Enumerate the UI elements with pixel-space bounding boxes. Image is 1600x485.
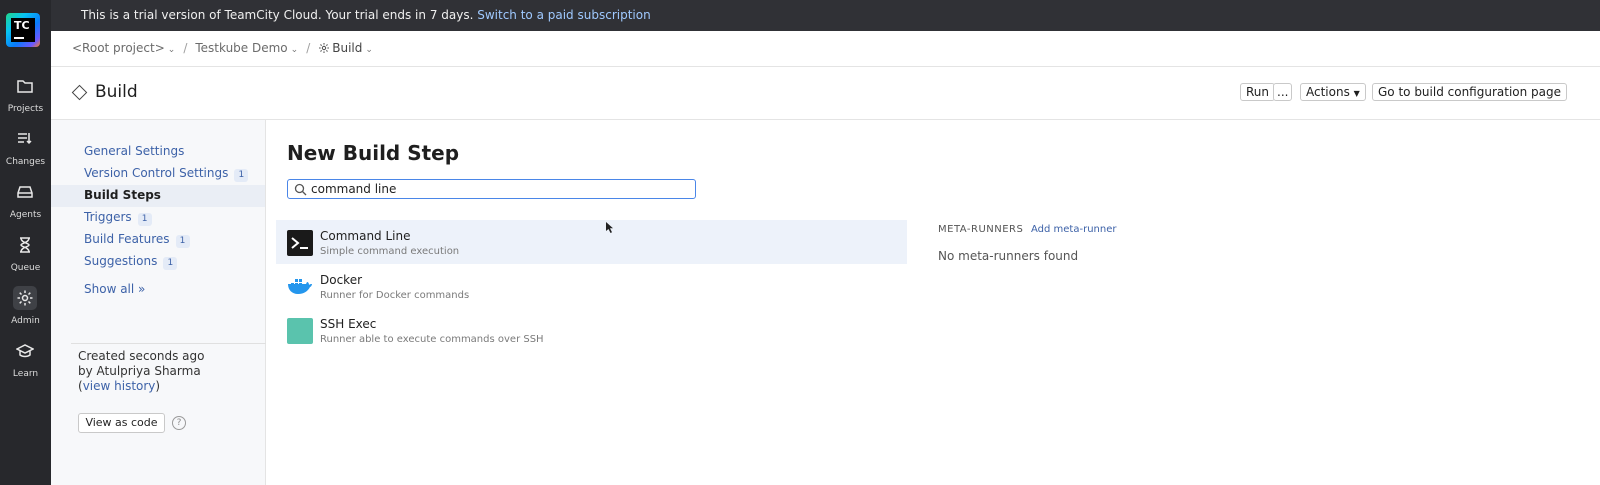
add-meta-runner-link[interactable]: Add meta-runner — [1031, 224, 1116, 235]
search-input[interactable] — [311, 181, 691, 197]
gear-icon — [318, 42, 330, 57]
sidebar-divider — [71, 343, 266, 344]
created-info: Created seconds ago by Atulpriya Sharma … — [78, 349, 204, 394]
runner-name: Command Line — [320, 229, 411, 243]
rail-label: Learn — [12, 369, 39, 379]
gear-icon — [13, 286, 37, 310]
sidebar-item-label: Build Steps — [84, 188, 161, 202]
graduation-cap-icon — [13, 339, 37, 363]
breadcrumb-root-project[interactable]: <Root project> ⌄ — [72, 41, 175, 55]
breadcrumb-build[interactable]: Build ⌄ — [318, 41, 373, 57]
switch-subscription-link[interactable]: Switch to a paid subscription — [477, 8, 650, 22]
runner-search[interactable] — [287, 179, 696, 199]
rail-item-changes[interactable]: Changes — [0, 123, 51, 173]
runner-docker[interactable]: Docker Runner for Docker commands — [276, 264, 907, 308]
meta-runners-title: META-RUNNERS — [938, 224, 1024, 235]
breadcrumb-testkube-demo[interactable]: Testkube Demo ⌄ — [195, 41, 298, 55]
count-badge: 1 — [175, 235, 190, 248]
sidebar-item-triggers[interactable]: Triggers 1 — [84, 210, 152, 226]
count-badge: 1 — [163, 257, 178, 270]
created-time: Created seconds ago — [78, 349, 205, 363]
view-history-link[interactable]: view history — [83, 379, 156, 393]
rail-item-admin[interactable]: Admin — [0, 282, 51, 332]
logo-mark: TC — [11, 18, 35, 42]
count-badge: 1 — [234, 169, 249, 182]
show-all-link[interactable]: Show all » — [84, 282, 145, 296]
sidebar-item-label: General Settings — [84, 144, 185, 158]
sidebar-item-build-features[interactable]: Build Features 1 — [84, 232, 190, 248]
count-badge: 1 — [137, 213, 152, 226]
rail-label: Queue — [10, 263, 41, 273]
breadcrumb: <Root project> ⌄ / Testkube Demo ⌄ / Build ⌄ — [72, 41, 373, 57]
changes-icon — [13, 127, 37, 151]
created-author: by Atulpriya Sharma — [78, 364, 201, 378]
chevron-down-icon: ⌄ — [365, 45, 373, 55]
breadcrumb-separator: / — [306, 41, 311, 55]
history-line: (view history) — [78, 379, 204, 394]
logo-underline — [14, 37, 24, 39]
actions-button[interactable]: Actions ▼ — [1300, 83, 1366, 101]
breadcrumb-label: Testkube Demo — [195, 41, 288, 55]
chevron-down-icon: ⌄ — [290, 45, 299, 55]
sidebar-item-label: Build Features — [84, 232, 170, 246]
rail-label: Projects — [7, 104, 44, 114]
chevron-down-icon: ⌄ — [167, 45, 176, 55]
sidebar-item-label: Triggers — [84, 210, 132, 224]
header-divider — [51, 66, 1600, 67]
run-button[interactable]: Run — [1240, 83, 1276, 101]
rail-label: Changes — [5, 157, 46, 167]
no-meta-runners-message: No meta-runners found — [938, 249, 1079, 263]
title-divider — [51, 119, 1600, 120]
agents-icon — [13, 180, 37, 204]
sidebar-item-build-steps[interactable]: Build Steps — [84, 188, 161, 202]
run-options-button[interactable]: ... — [1273, 83, 1293, 101]
runner-name: SSH Exec — [320, 317, 377, 331]
rail-label: Admin — [11, 316, 40, 326]
sidebar-item-label: Suggestions — [84, 254, 158, 268]
sidebar-item-suggestions[interactable]: Suggestions 1 — [84, 254, 178, 270]
view-as-code-button[interactable]: View as code — [78, 413, 165, 433]
breadcrumb-separator: / — [183, 41, 188, 55]
paren-close: ) — [155, 379, 161, 393]
new-build-step-heading: New Build Step — [287, 141, 460, 165]
runner-ssh-exec[interactable]: SSH Exec Runner able to execute commands… — [276, 308, 907, 352]
folder-icon — [13, 74, 37, 98]
trial-banner: This is a trial version of TeamCity Clou… — [51, 0, 1600, 31]
terminal-icon — [287, 230, 313, 256]
rail-item-learn[interactable]: Learn — [0, 335, 51, 385]
rail-item-agents[interactable]: Agents — [0, 176, 51, 226]
settings-sidebar: General Settings Version Control Setting… — [51, 120, 266, 485]
docker-icon — [287, 274, 313, 300]
ssh-exec-icon — [287, 318, 313, 344]
search-icon — [294, 183, 307, 196]
hourglass-icon — [13, 233, 37, 257]
breadcrumb-label: Build — [332, 41, 363, 55]
logo-text: TC — [14, 19, 30, 32]
breadcrumb-label: <Root project> — [72, 41, 165, 55]
rail-item-projects[interactable]: Projects — [0, 70, 51, 120]
sidebar-item-general-settings[interactable]: General Settings — [84, 144, 184, 158]
caret-down-icon: ▼ — [1353, 89, 1360, 98]
trial-banner-text: This is a trial version of TeamCity Clou… — [81, 8, 474, 22]
runner-description: Runner able to execute commands over SSH — [320, 334, 544, 345]
help-icon[interactable]: ? — [172, 416, 186, 430]
rail-label: Agents — [9, 210, 42, 220]
actions-label: Actions — [1306, 85, 1350, 99]
runner-description: Simple command execution — [320, 246, 460, 257]
build-configuration-icon — [71, 84, 88, 101]
mouse-cursor-icon — [606, 222, 613, 233]
runner-command-line[interactable]: Command Line Simple command execution — [276, 220, 907, 264]
rail-item-queue[interactable]: Queue — [0, 229, 51, 279]
sidebar-item-version-control-settings[interactable]: Version Control Settings 1 — [84, 166, 249, 182]
left-navigation-rail: TC Projects Changes Agents Queue Admin L… — [0, 0, 51, 485]
sidebar-item-label: Version Control Settings — [84, 166, 229, 180]
runner-description: Runner for Docker commands — [320, 290, 470, 301]
teamcity-logo[interactable]: TC — [6, 13, 40, 47]
runner-name: Docker — [320, 273, 363, 287]
page-title: Build — [95, 82, 138, 102]
go-to-build-configuration-button[interactable]: Go to build configuration page — [1372, 83, 1568, 101]
